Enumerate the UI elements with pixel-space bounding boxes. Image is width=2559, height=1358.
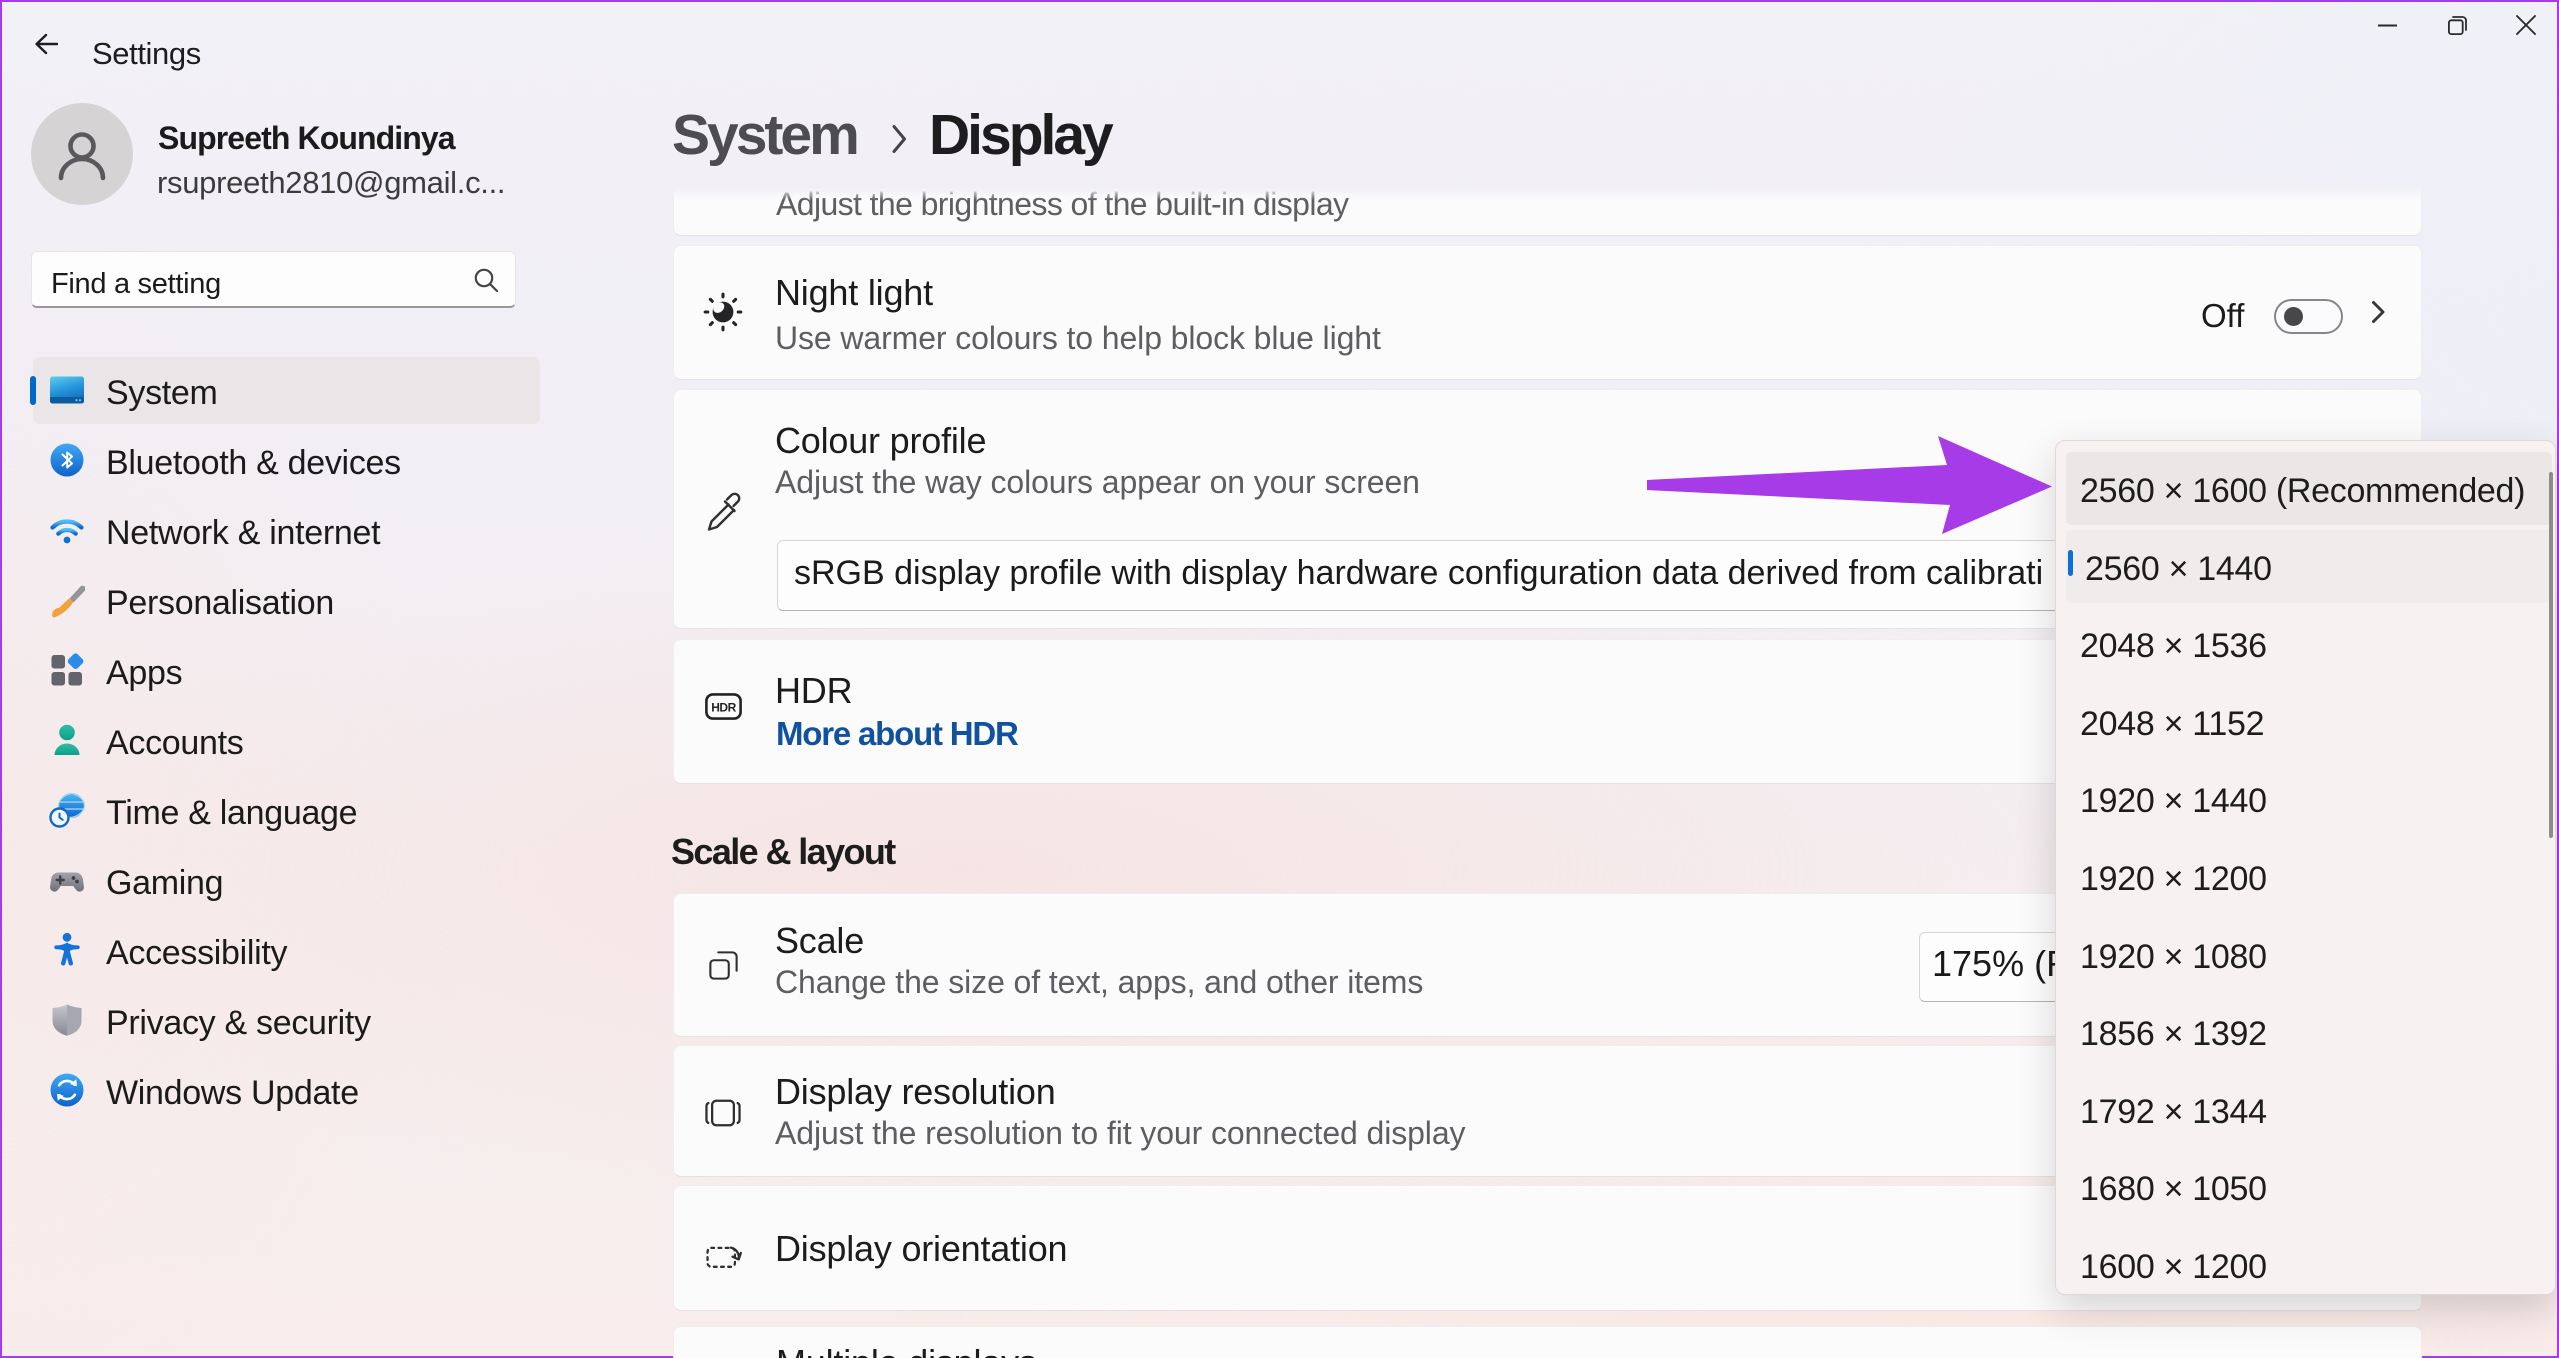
svg-text:HDR: HDR [711,701,736,715]
